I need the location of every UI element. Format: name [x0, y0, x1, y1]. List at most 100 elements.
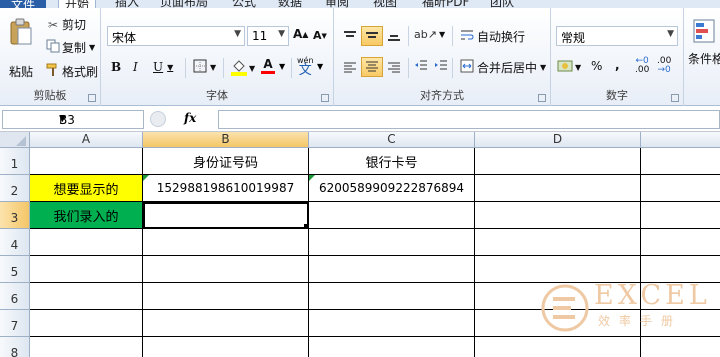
clipboard-icon: [9, 18, 33, 51]
cell-c2[interactable]: 6200589909222876894: [309, 175, 475, 202]
format-painter-button[interactable]: 格式刷: [44, 63, 98, 80]
row-header-5[interactable]: 5: [0, 256, 30, 283]
chevron-down-icon[interactable]: ▼: [59, 114, 139, 124]
align-right-button[interactable]: [384, 59, 404, 77]
cell-d5[interactable]: [475, 256, 641, 283]
increase-decimal-button[interactable]: ←0 .00: [635, 57, 649, 75]
formula-bar: B3 ▼ fx: [0, 107, 720, 132]
font-name-value: 宋体: [112, 31, 137, 45]
insert-function-button[interactable]: fx: [184, 111, 196, 125]
font-name-select[interactable]: 宋体 ▼: [107, 26, 245, 46]
column-header-c[interactable]: C: [309, 132, 475, 148]
bold-button[interactable]: B: [111, 60, 121, 74]
decrease-indent-icon: [414, 59, 428, 74]
cell-b3[interactable]: [143, 202, 309, 229]
comma-button[interactable]: ,: [615, 58, 620, 72]
align-center-button[interactable]: [361, 57, 383, 77]
cell-e4[interactable]: [641, 229, 720, 256]
column-header-d[interactable]: D: [475, 132, 641, 148]
cell-b7[interactable]: [143, 310, 309, 337]
cell-c8[interactable]: [309, 337, 475, 357]
column-header-b[interactable]: B: [143, 132, 309, 148]
underline-button[interactable]: U ▼: [153, 60, 173, 74]
percent-button[interactable]: %: [591, 59, 602, 73]
cell-b5[interactable]: [143, 256, 309, 283]
shrink-font-button[interactable]: A ▼: [313, 29, 327, 42]
copy-button[interactable]: 复制 ▼: [44, 39, 95, 56]
chevron-down-icon[interactable]: ▼: [279, 62, 285, 71]
italic-icon: I: [133, 60, 138, 74]
row-header-4[interactable]: 4: [0, 229, 30, 256]
cell-a3[interactable]: 我们录入的: [30, 202, 143, 229]
name-box[interactable]: B3 ▼: [2, 110, 144, 129]
align-bottom-button[interactable]: [384, 28, 404, 46]
decrease-indent-button[interactable]: [414, 59, 428, 74]
paste-button[interactable]: 粘贴: [6, 18, 36, 80]
cell-c3[interactable]: [309, 202, 475, 229]
row-header-6[interactable]: 6: [0, 283, 30, 310]
grow-font-button[interactable]: A ▲: [293, 27, 308, 41]
cell-a7[interactable]: [30, 310, 143, 337]
cell-b6[interactable]: [143, 283, 309, 310]
cell-a6[interactable]: [30, 283, 143, 310]
cell-c6[interactable]: [309, 283, 475, 310]
paintbrush-icon: [44, 63, 62, 80]
chevron-down-icon[interactable]: ▼: [89, 43, 95, 52]
cell-d3[interactable]: [475, 202, 641, 229]
column-header-e[interactable]: [641, 132, 720, 148]
cell-e5[interactable]: [641, 256, 720, 283]
decrease-decimal-button[interactable]: .00 →0: [657, 57, 671, 75]
merge-center-button[interactable]: 合并后居中 ▼: [460, 59, 546, 76]
cell-c7[interactable]: [309, 310, 475, 337]
cell-a8[interactable]: [30, 337, 143, 357]
alignment-launcher-icon[interactable]: [538, 94, 546, 102]
accounting-format-button[interactable]: ▼: [557, 59, 581, 76]
formula-input[interactable]: [218, 110, 720, 129]
cell-b1[interactable]: 身份证号码: [143, 148, 309, 175]
clipboard-launcher-icon[interactable]: [88, 94, 96, 102]
font-launcher-icon[interactable]: [321, 94, 329, 102]
cell-b8[interactable]: [143, 337, 309, 357]
orientation-button[interactable]: ab↗ ▼: [414, 28, 445, 41]
cell-e2[interactable]: [641, 175, 720, 202]
cell-d8[interactable]: [475, 337, 641, 357]
cell-a2[interactable]: 想要显示的: [30, 175, 143, 202]
row-header-7[interactable]: 7: [0, 310, 30, 337]
cell-b4[interactable]: [143, 229, 309, 256]
row-header-1[interactable]: 1: [0, 148, 30, 175]
phonetic-button[interactable]: wén 文: [297, 56, 314, 77]
font-color-button[interactable]: A: [261, 57, 275, 74]
select-all-button[interactable]: [0, 132, 30, 148]
cell-d1[interactable]: [475, 148, 641, 175]
cell-e1[interactable]: [641, 148, 720, 175]
row-header-8[interactable]: 8: [0, 337, 30, 357]
row-header-3[interactable]: 3: [0, 202, 30, 229]
cell-c1[interactable]: 银行卡号: [309, 148, 475, 175]
cell-a1[interactable]: [30, 148, 143, 175]
align-middle-button[interactable]: [361, 26, 383, 46]
font-size-select[interactable]: 11 ▼: [247, 26, 289, 46]
borders-button[interactable]: ▼: [193, 59, 216, 76]
number-launcher-icon[interactable]: [671, 94, 679, 102]
cell-c4[interactable]: [309, 229, 475, 256]
increase-indent-button[interactable]: [434, 59, 448, 74]
cell-a5[interactable]: [30, 256, 143, 283]
row-header-2[interactable]: 2: [0, 175, 30, 202]
number-format-select[interactable]: 常规 ▼: [556, 26, 678, 46]
chevron-down-icon[interactable]: ▼: [317, 62, 323, 71]
cell-d2[interactable]: [475, 175, 641, 202]
cell-c5[interactable]: [309, 256, 475, 283]
fill-color-button[interactable]: ▼: [231, 58, 255, 79]
cell-e8[interactable]: [641, 337, 720, 357]
conditional-formatting-button[interactable]: [692, 18, 716, 49]
cut-button[interactable]: ✂ 剪切: [44, 16, 86, 33]
align-left-button[interactable]: [340, 59, 360, 77]
cell-e3[interactable]: [641, 202, 720, 229]
column-header-a[interactable]: A: [30, 132, 143, 148]
italic-button[interactable]: I: [133, 60, 138, 74]
cell-b2[interactable]: 152988198610019987: [143, 175, 309, 202]
cell-a4[interactable]: [30, 229, 143, 256]
align-top-button[interactable]: [340, 28, 360, 46]
cell-d4[interactable]: [475, 229, 641, 256]
wrap-text-button[interactable]: 自动换行: [460, 28, 525, 45]
